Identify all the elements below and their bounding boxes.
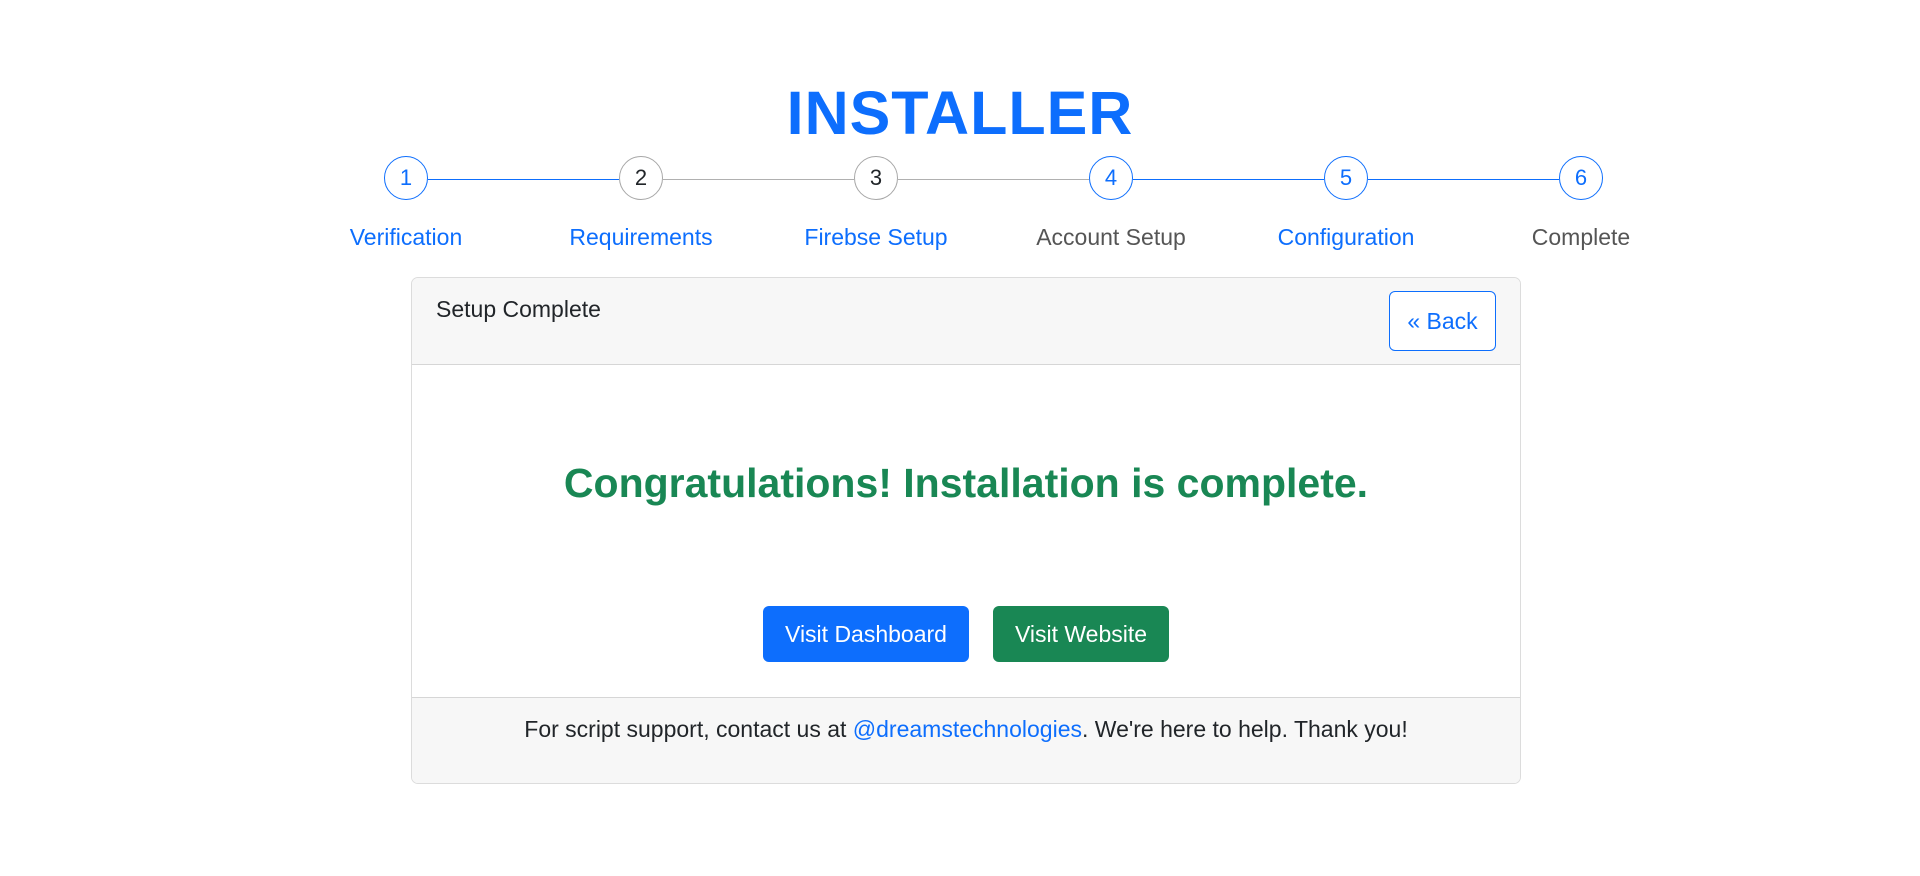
step-label-requirements[interactable]: Requirements [531,222,751,252]
step-label-configuration[interactable]: Configuration [1236,222,1456,252]
step-circle-requirements[interactable]: 2 [619,156,663,200]
support-text-suffix: . We're here to help. Thank you! [1082,716,1408,742]
step-circle-configuration[interactable]: 5 [1324,156,1368,200]
card-footer: For script support, contact us at @dream… [412,697,1520,783]
setup-complete-card: Setup Complete « Back Congratulations! I… [411,277,1521,784]
step-circle-firebase-setup[interactable]: 3 [854,156,898,200]
success-message: Congratulations! Installation is complet… [563,460,1369,506]
step-label-firebase-setup[interactable]: Firebse Setup [766,222,986,252]
visit-website-button[interactable]: Visit Website [993,606,1169,662]
support-text: For script support, contact us at @dream… [412,714,1520,744]
support-contact-link[interactable]: @dreamstechnologies [853,716,1082,742]
step-label-verification[interactable]: Verification [296,222,516,252]
visit-dashboard-button[interactable]: Visit Dashboard [763,606,969,662]
support-text-prefix: For script support, contact us at [524,716,853,742]
installer-stepper: 1 Verification 2 Requirements 3 Firebse … [0,0,1920,260]
step-circle-complete[interactable]: 6 [1559,156,1603,200]
step-connector [1133,179,1324,180]
step-connector [898,179,1089,180]
step-label-complete: Complete [1531,224,1631,250]
action-buttons: Visit Dashboard Visit Website [412,606,1520,662]
step-circle-account-setup[interactable]: 4 [1089,156,1133,200]
back-button[interactable]: « Back [1389,291,1496,351]
card-header: Setup Complete « Back [412,278,1520,365]
step-connector [428,179,619,180]
step-circle-verification[interactable]: 1 [384,156,428,200]
step-connector [663,179,854,180]
card-title: Setup Complete [436,296,601,322]
step-connector [1368,179,1559,180]
step-label-account-setup: Account Setup [1036,224,1186,250]
